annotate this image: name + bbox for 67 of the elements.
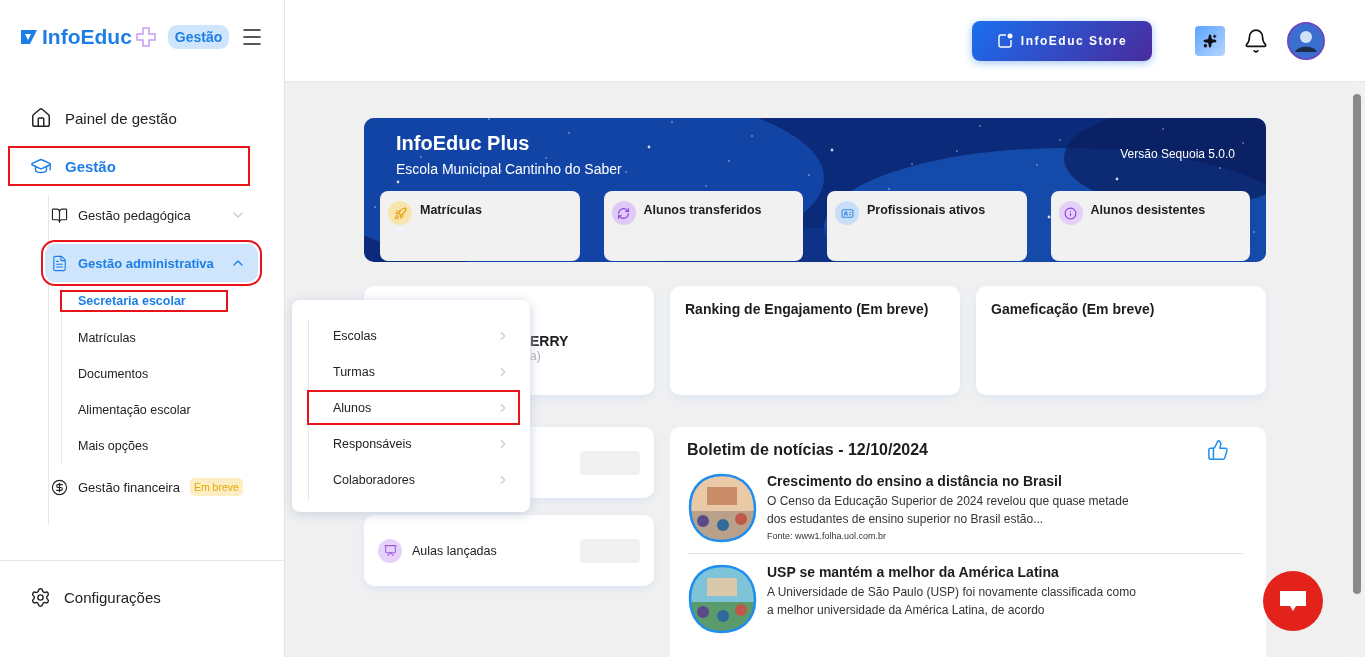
- user-name: ERRY: [530, 332, 570, 349]
- news-headline[interactable]: USP se mantém a melhor da América Latina: [767, 564, 1137, 580]
- menu-item[interactable]: Escolas: [309, 320, 518, 351]
- sidebar-item[interactable]: Gestão: [10, 148, 248, 184]
- menu-item-label: Colaboradores: [333, 472, 415, 487]
- school-name: Escola Municipal Cantinho do Saber: [396, 161, 623, 177]
- stat-glyph-icon: [617, 206, 630, 220]
- store-icon: [996, 32, 1013, 49]
- item-label: Gestão pedagógica: [78, 207, 191, 223]
- item-label: Gestão: [65, 157, 116, 175]
- menu-item-label: Escolas: [333, 328, 377, 343]
- card-title: Gameficação (Em breve): [991, 301, 1156, 317]
- item-label: Gestão financeira: [78, 479, 180, 495]
- metric-label: Aulas lançadas: [412, 543, 497, 558]
- menu-item[interactable]: Turmas: [309, 356, 518, 387]
- menu-item[interactable]: Alunos: [309, 392, 518, 423]
- settings-icon: [30, 586, 51, 608]
- dollar-icon: [51, 478, 68, 496]
- home-icon: [30, 107, 52, 129]
- news-headline[interactable]: Crescimento do ensino a distância no Brasil: [767, 473, 1137, 489]
- sparkle-icon: [1203, 33, 1217, 48]
- menu-item-label: Responsáveis: [333, 436, 412, 451]
- presentation-icon: [378, 538, 402, 563]
- stat-glyph-icon: [1064, 206, 1077, 220]
- module-badge: Gestão: [167, 25, 230, 49]
- submenu-link[interactable]: Documentos: [76, 356, 151, 392]
- news-summary: O Censo da Educação Superior de 2024 revelou que quase metade dos estudantes de ensino superior no Brasil estão...: [767, 493, 1130, 528]
- submenu-item[interactable]: Gestão financeira Em breve: [45, 468, 258, 506]
- submenu-link[interactable]: Alimentação escolar: [76, 392, 193, 428]
- menu-item-label: Turmas: [333, 364, 375, 379]
- thumbs-up-icon[interactable]: [1207, 439, 1229, 461]
- book-icon: [51, 206, 68, 224]
- stat-glyph-icon: [393, 206, 407, 220]
- card-title: Ranking de Engajamento (Em breve): [685, 301, 930, 317]
- submenu-link[interactable]: Matrículas: [76, 320, 138, 356]
- stat-label: Alunos desistentes: [1090, 203, 1206, 217]
- submenu-link[interactable]: Mais opções: [76, 428, 151, 464]
- stat-label: Alunos transferidos: [643, 203, 762, 217]
- news-title: Boletim de notícias - 12/10/2024: [687, 441, 928, 459]
- item-label: Gestão administrativa: [78, 255, 214, 271]
- menu-item[interactable]: Responsáveis: [309, 428, 518, 459]
- stat-label: Matrículas: [420, 203, 482, 217]
- app-title: InfoEduc Plus: [396, 132, 530, 155]
- menu-item-label: Alunos: [333, 400, 372, 415]
- news-source: Fonte: www1.folha.uol.com.br: [767, 531, 888, 541]
- stat-glyph-icon: [840, 206, 854, 220]
- menu-item[interactable]: Colaboradores: [309, 464, 518, 495]
- stat-label: Profissionais ativos: [867, 203, 986, 217]
- logo-text: InfoEduc: [42, 25, 132, 49]
- document-icon: [51, 254, 68, 272]
- store-button[interactable]: InfoEduc Store: [972, 20, 1152, 61]
- item-label: Configurações: [64, 588, 161, 606]
- news-summary: A Universidade de São Paulo (USP) foi novamente classificada como a melhor universidade da América Latina, de acordo: [767, 584, 1137, 619]
- avatar-icon[interactable]: [1287, 21, 1325, 60]
- soon-badge: Em breve: [189, 478, 243, 496]
- version-label: Versão Sequoia 5.0.0: [1120, 147, 1235, 161]
- user-role: a): [530, 348, 542, 363]
- item-label: Painel de gestão: [65, 109, 177, 127]
- sidebar-item[interactable]: Painel de gestão: [10, 100, 248, 136]
- plus-icon: [135, 27, 156, 47]
- logo-mark-icon: [20, 28, 38, 46]
- notification-icon[interactable]: [1243, 27, 1269, 54]
- chat-button[interactable]: [1263, 571, 1323, 631]
- submenu-item[interactable]: Gestão pedagógica: [45, 196, 258, 234]
- settings-item[interactable]: Configurações: [10, 579, 248, 615]
- sparkle-button[interactable]: [1195, 25, 1225, 56]
- submenu-link[interactable]: Secretaria escolar: [62, 292, 226, 310]
